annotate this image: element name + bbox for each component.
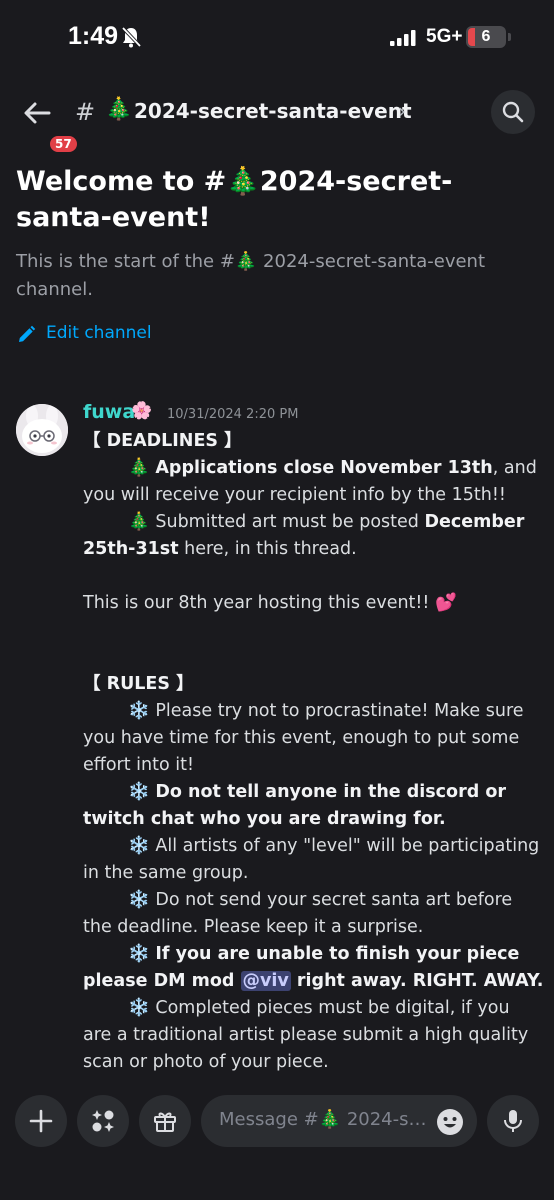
search-button[interactable] [491,90,535,134]
welcome-subtitle: This is the start of the #🎄 2024-secret-… [16,251,486,300]
message-composer: Message #🎄 2024-se... [0,1080,554,1200]
rule-item-cont: twitch chat who you are drawing for. [83,809,446,829]
avatar-image [16,404,68,456]
rule-item-cont: you have time for this event, enough to … [83,728,520,748]
message-placeholder: Message #🎄 2024-se... [219,1109,429,1130]
gift-button[interactable] [139,1095,191,1147]
apps-icon [92,1110,114,1132]
battery-icon: 6 [466,26,506,48]
search-icon [502,101,524,123]
rule-item-cont: please DM mod @viv right away. RIGHT. AW… [83,971,544,991]
deadline-item-cont: you will receive your recipient info by … [83,485,506,505]
channel-header: 57 # 🎄 2024-secret-santa-event › [0,80,554,154]
signal-icon [390,30,416,46]
unread-badge: 57 [48,134,79,154]
author-flower-emoji: 🌸 [131,401,153,421]
edit-channel-label: Edit channel [46,323,152,343]
rule-item: ❄️ All artists of any "level" will be pa… [128,836,540,856]
welcome-title: Welcome to #🎄2024-secret-santa-event! [16,166,453,233]
deadlines-header: 【 DEADLINES 】 [83,431,242,451]
apps-button[interactable] [77,1095,129,1147]
bell-off-icon [121,26,141,48]
deadline-item: 🎄 Submitted art must be posted December [128,512,525,532]
chevron-right-icon[interactable]: › [398,99,406,123]
back-button[interactable]: 57 [16,96,79,154]
plus-icon [29,1109,53,1133]
channel-hash-icon: # [75,98,96,126]
message-author[interactable]: fuwa [83,401,135,423]
rule-item: ❄️ Completed pieces must be digital, if … [128,998,510,1018]
rule-item: ❄️ Please try not to procrastinate! Make… [128,701,524,721]
rule-item: ❄️ If you are unable to finish your piec… [128,944,520,964]
deadline-item-cont: 25th-31st here, in this thread. [83,539,357,559]
rule-item: ❄️ Do not send your secret santa art bef… [128,890,513,910]
status-time: 1:49 [68,22,119,50]
channel-name[interactable]: 2024-secret-santa-event [134,99,412,123]
message-timestamp: 10/31/2024 2:20 PM [167,407,299,422]
battery-nub [508,33,511,41]
rule-item-cont: effort into it! [83,755,194,775]
arrow-left-icon [24,102,51,124]
microphone-icon [504,1110,522,1132]
rule-item-cont: scan or photo of your piece. [83,1052,329,1072]
emoji-icon[interactable] [436,1108,464,1136]
rules-header: 【 RULES 】 [83,674,194,694]
user-mention[interactable]: @viv [240,971,291,991]
gift-icon [154,1112,176,1132]
rule-item-cont: the deadline. Please keep it a surprise. [83,917,424,937]
message-input[interactable]: Message #🎄 2024-se... [201,1095,477,1147]
rule-item-cont: in the same group. [83,863,249,883]
voice-message-button[interactable] [487,1095,539,1147]
rule-item: ❄️ Do not tell anyone in the discord or [128,782,506,802]
add-attachment-button[interactable] [15,1095,67,1147]
network-type: 5G+ [426,26,463,47]
year-note: This is our 8th year hosting this event!… [83,593,457,613]
status-bar: 1:49 5G+ 6 [0,0,554,80]
message-body: 【 DEADLINES 】 🎄 Applications close Novem… [83,428,543,1076]
christmas-tree-icon: 🎄 [105,97,133,122]
battery-level: 6 [481,28,491,45]
deadline-item: 🎄 Applications close November 13th, and [128,458,537,478]
pencil-icon [19,325,36,342]
rule-item-cont: are a traditional artist please submit a… [83,1025,529,1045]
avatar[interactable] [16,404,68,456]
